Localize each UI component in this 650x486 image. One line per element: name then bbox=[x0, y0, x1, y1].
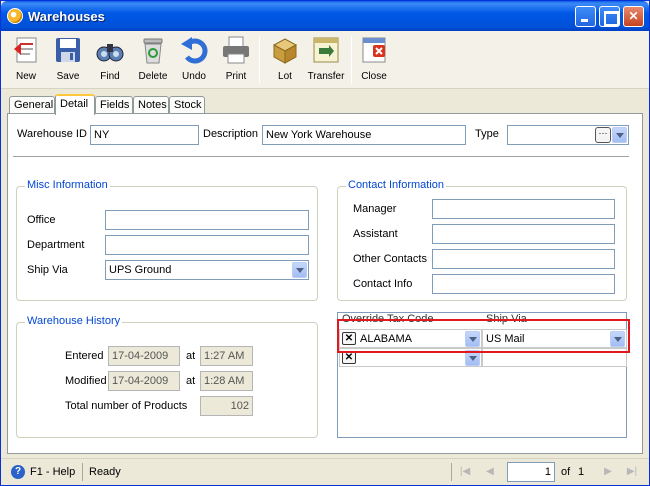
type-select[interactable]: ··· bbox=[507, 125, 629, 145]
toolbar-separator bbox=[259, 36, 260, 84]
transfer-icon bbox=[311, 35, 341, 65]
status-divider bbox=[82, 463, 83, 481]
print-button[interactable]: Print bbox=[214, 34, 258, 86]
app-icon bbox=[7, 8, 23, 24]
undo-icon bbox=[179, 35, 209, 65]
entered-date-field: 17-04-2009 bbox=[108, 346, 180, 366]
new-button[interactable]: New bbox=[4, 34, 48, 86]
tab-detail[interactable]: Detail bbox=[55, 94, 95, 115]
assistant-label: Assistant bbox=[353, 228, 398, 240]
manager-field[interactable] bbox=[432, 199, 615, 219]
total-products-field: 102 bbox=[200, 396, 253, 416]
close-doc-icon bbox=[359, 35, 389, 65]
entered-time-field: 1:27 AM bbox=[200, 346, 253, 366]
print-label: Print bbox=[225, 71, 247, 82]
of-label: of bbox=[561, 466, 571, 478]
status-divider bbox=[451, 463, 452, 481]
toolbar: New Save Find Delete Undo Print Lot Tran… bbox=[1, 31, 649, 89]
office-field[interactable] bbox=[105, 210, 309, 230]
description-label: Description bbox=[203, 128, 259, 140]
status-bar: ? F1 - Help Ready |◀ ◀ 1 of 1 ▶ ▶| bbox=[1, 458, 649, 485]
page-input[interactable]: 1 bbox=[507, 462, 555, 482]
ellipsis-button[interactable]: ··· bbox=[595, 127, 611, 143]
entered-at-label: at bbox=[186, 350, 196, 362]
modified-date-field: 17-04-2009 bbox=[108, 371, 180, 391]
description-field[interactable]: New York Warehouse bbox=[262, 125, 466, 145]
modified-label: Modified bbox=[65, 375, 107, 387]
undo-label: Undo bbox=[182, 71, 206, 82]
prev-page-icon[interactable]: ◀ bbox=[483, 465, 497, 479]
warehouse-id-label: Warehouse ID bbox=[17, 128, 87, 140]
ship-via-select[interactable]: UPS Ground bbox=[105, 260, 309, 280]
ship-via-label: Ship Via bbox=[27, 264, 68, 276]
find-button[interactable]: Find bbox=[88, 34, 132, 86]
title-bar[interactable]: Warehouses ✕ bbox=[1, 1, 649, 31]
transfer-button[interactable]: Transfer bbox=[304, 34, 348, 86]
department-label: Department bbox=[27, 239, 85, 251]
total-products-label: Total number of Products bbox=[65, 400, 188, 412]
minimize-button[interactable] bbox=[575, 6, 596, 27]
new-icon bbox=[11, 35, 41, 65]
warehouses-window: Warehouses ✕ New Save Find Delete Undo P… bbox=[0, 0, 650, 486]
type-label: Type bbox=[475, 128, 499, 140]
lot-button[interactable]: Lot bbox=[263, 34, 307, 86]
find-icon bbox=[95, 35, 125, 65]
contact-info-label: Contact Info bbox=[353, 278, 413, 290]
first-page-icon[interactable]: |◀ bbox=[458, 465, 472, 479]
other-contacts-label: Other Contacts bbox=[353, 253, 427, 265]
help-text[interactable]: F1 - Help bbox=[30, 466, 75, 478]
tab-stock[interactable]: Stock bbox=[169, 96, 205, 114]
save-button[interactable]: Save bbox=[46, 34, 90, 86]
manager-label: Manager bbox=[353, 203, 397, 215]
other-contacts-field[interactable] bbox=[432, 249, 615, 269]
next-page-icon[interactable]: ▶ bbox=[601, 465, 615, 479]
warehouse-id-field[interactable]: NY bbox=[90, 125, 199, 145]
save-label: Save bbox=[56, 71, 80, 82]
modified-at-label: at bbox=[186, 375, 196, 387]
close-window-button[interactable]: ✕ bbox=[623, 6, 644, 27]
last-page-icon[interactable]: ▶| bbox=[625, 465, 639, 479]
window-title: Warehouses bbox=[28, 9, 105, 24]
save-icon bbox=[53, 35, 83, 65]
new-label: New bbox=[15, 71, 36, 82]
print-icon bbox=[221, 35, 251, 65]
office-label: Office bbox=[27, 214, 56, 226]
delete-label: Delete bbox=[138, 71, 168, 82]
total-pages: 1 bbox=[578, 466, 585, 478]
department-field[interactable] bbox=[105, 235, 309, 255]
chevron-down-icon[interactable] bbox=[612, 127, 627, 143]
tab-fields[interactable]: Fields bbox=[95, 96, 133, 114]
tab-notes[interactable]: Notes bbox=[133, 96, 169, 114]
lot-icon bbox=[270, 35, 300, 65]
help-icon[interactable]: ? bbox=[11, 465, 25, 479]
modified-time-field: 1:28 AM bbox=[200, 371, 253, 391]
close-label: Close bbox=[361, 71, 387, 82]
tab-general[interactable]: General bbox=[9, 96, 55, 114]
contact-information-legend: Contact Information bbox=[346, 179, 446, 191]
delete-icon bbox=[138, 35, 168, 65]
misc-information-legend: Misc Information bbox=[25, 179, 110, 191]
ship-via-value: UPS Ground bbox=[109, 264, 172, 276]
warehouse-history-legend: Warehouse History bbox=[25, 315, 123, 327]
divider bbox=[13, 156, 629, 157]
find-label: Find bbox=[100, 71, 120, 82]
assistant-field[interactable] bbox=[432, 224, 615, 244]
status-text: Ready bbox=[89, 466, 121, 478]
contact-info-field[interactable] bbox=[432, 274, 615, 294]
lot-label: Lot bbox=[278, 71, 292, 82]
transfer-label: Transfer bbox=[307, 71, 345, 82]
entered-label: Entered bbox=[65, 350, 104, 362]
delete-button[interactable]: Delete bbox=[131, 34, 175, 86]
highlight-box bbox=[337, 319, 630, 353]
chevron-down-icon[interactable] bbox=[292, 262, 307, 278]
maximize-button[interactable] bbox=[599, 6, 620, 27]
close-button[interactable]: Close bbox=[352, 34, 396, 86]
undo-button[interactable]: Undo bbox=[172, 34, 216, 86]
